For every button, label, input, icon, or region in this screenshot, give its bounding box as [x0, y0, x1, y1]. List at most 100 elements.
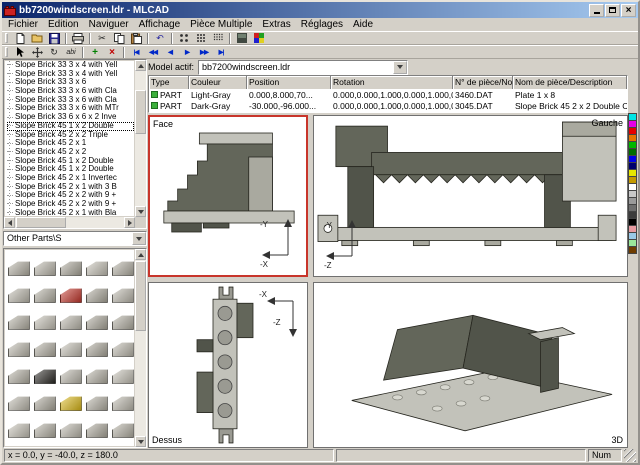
part-thumbnail[interactable]	[7, 252, 31, 276]
part-thumbnail[interactable]	[7, 387, 31, 411]
scroll-up-button[interactable]	[135, 249, 146, 260]
part-thumbnail[interactable]	[111, 306, 134, 330]
dropdown-button[interactable]	[132, 232, 146, 245]
part-thumbnail[interactable]	[111, 252, 134, 276]
tree-item[interactable]: Slope Brick 45 1 x 2 Double	[7, 165, 134, 174]
text-tool-button[interactable]: abi	[63, 46, 79, 58]
menu-affichage[interactable]: Affichage	[134, 19, 186, 30]
tree-item[interactable]: Slope Brick 33 3 x 4 with Yell	[7, 70, 134, 79]
part-thumbnail[interactable]	[7, 333, 31, 357]
table-row[interactable]: PART Dark-Gray -30.000,-96.000... 0.000,…	[149, 100, 627, 111]
tree-item[interactable]: Slope Brick 33 3 x 6 with Cla	[7, 87, 134, 96]
part-thumbnail[interactable]	[33, 333, 57, 357]
resize-grip[interactable]	[624, 449, 636, 462]
viewport-3d[interactable]: 3D	[313, 282, 628, 448]
preview-vertical-scrollbar[interactable]	[135, 249, 146, 447]
tree-item[interactable]: Slope Brick 45 1 x 2 Double	[7, 157, 134, 166]
part-thumbnail[interactable]	[111, 360, 134, 384]
tree-item[interactable]: Slope Brick 45 2 x 1	[7, 139, 134, 148]
menu-fichier[interactable]: Fichier	[3, 19, 43, 30]
tree-item[interactable]: Slope Brick 45 2 x 1 Invertec	[7, 174, 134, 183]
column-position[interactable]: Position	[247, 76, 331, 89]
menu-reglages[interactable]: Réglages	[296, 19, 348, 30]
part-thumbnail[interactable]	[111, 279, 134, 303]
part-thumbnail[interactable]	[59, 387, 83, 411]
minimize-button[interactable]	[589, 3, 604, 17]
menu-naviguer[interactable]: Naviguer	[84, 19, 134, 30]
viewport-face[interactable]: Face -Y -X	[148, 115, 308, 277]
tree-item[interactable]: Slope Brick 45 2 x 2 Triple	[7, 131, 134, 140]
scroll-thumb[interactable]	[135, 90, 146, 134]
new-file-button[interactable]	[12, 32, 28, 44]
tree-vertical-scrollbar[interactable]	[135, 60, 146, 217]
scroll-thumb[interactable]	[16, 217, 66, 228]
part-thumbnail[interactable]	[111, 387, 134, 411]
part-thumbnail[interactable]	[33, 387, 57, 411]
nav-fast-prev-button[interactable]: ◀◀	[145, 46, 161, 58]
part-thumbnail[interactable]	[33, 306, 57, 330]
grid-medium-button[interactable]	[193, 32, 209, 44]
save-button[interactable]	[46, 32, 62, 44]
render-mode-button[interactable]	[234, 32, 250, 44]
undo-button[interactable]: ↶	[152, 32, 168, 44]
close-button[interactable]: ×	[621, 3, 636, 17]
nav-first-button[interactable]: |◀	[128, 46, 144, 58]
scroll-right-button[interactable]	[124, 217, 135, 228]
menu-piece-multiple[interactable]: Pièce Multiple	[185, 19, 257, 30]
cut-button[interactable]: ✂	[94, 32, 110, 44]
tree-item[interactable]: Slope Brick 45 2 x 1 with Bla	[7, 209, 134, 216]
nav-fast-next-button[interactable]: ▶▶	[196, 46, 212, 58]
toolbar-grip[interactable]	[5, 47, 8, 57]
grid-fine-button[interactable]	[210, 32, 226, 44]
scroll-thumb[interactable]	[135, 261, 146, 331]
viewport-gauche[interactable]: Gauche -Y -Z	[313, 115, 628, 277]
part-thumbnail[interactable]	[7, 414, 31, 438]
part-thumbnail[interactable]	[59, 360, 83, 384]
tree-item[interactable]: Slope Brick 45 2 x 2 with 9 +	[7, 191, 134, 200]
parts-group-combobox[interactable]: Other Parts\S	[3, 231, 147, 246]
column-rotation[interactable]: Rotation	[331, 76, 453, 89]
tree-item[interactable]: Slope Brick 33 6 x 6 x 2 Inve	[7, 113, 134, 122]
part-thumbnail[interactable]	[59, 252, 83, 276]
nav-next-button[interactable]: ▶	[179, 46, 195, 58]
part-thumbnail[interactable]	[59, 333, 83, 357]
dropdown-button[interactable]	[393, 60, 408, 74]
part-thumbnail[interactable]	[85, 279, 109, 303]
tree-item[interactable]: Slope Brick 33 3 x 6	[7, 78, 134, 87]
part-thumbnail[interactable]	[85, 252, 109, 276]
delete-part-button[interactable]: ×	[104, 46, 120, 58]
part-thumbnail[interactable]	[33, 414, 57, 438]
part-thumbnail[interactable]	[59, 306, 83, 330]
part-thumbnail[interactable]	[7, 360, 31, 384]
grid-coarse-button[interactable]	[176, 32, 192, 44]
tree-item[interactable]: Slope Brick 33 3 x 6 with Cla	[7, 96, 134, 105]
part-thumbnail[interactable]	[85, 414, 109, 438]
toolbar-grip[interactable]	[5, 33, 8, 43]
tree-item[interactable]: Slope Brick 45 2 x 2	[7, 148, 134, 157]
select-button[interactable]	[12, 46, 28, 58]
viewport-dessus[interactable]: Dessus -X -Z	[148, 282, 308, 448]
menu-extras[interactable]: Extras	[257, 19, 295, 30]
color-swatch[interactable]	[628, 246, 637, 254]
column-couleur[interactable]: Couleur	[189, 76, 247, 89]
move-button[interactable]	[29, 46, 45, 58]
menu-edition[interactable]: Edition	[43, 19, 84, 30]
scroll-left-button[interactable]	[4, 217, 15, 228]
nav-last-button[interactable]: ▶|	[213, 46, 229, 58]
part-thumbnail[interactable]	[111, 333, 134, 357]
part-thumbnail[interactable]	[85, 360, 109, 384]
tree-item[interactable]: Slope Brick 45 2 x 2 with 9 +	[7, 200, 134, 209]
add-part-button[interactable]: +	[87, 46, 103, 58]
tree-item[interactable]: Slope Brick 33 3 x 4 with Yell	[7, 61, 134, 70]
rotate-button[interactable]: ↻	[46, 46, 62, 58]
title-bar[interactable]: bb7200windscreen.ldr - MLCAD ×	[2, 2, 638, 18]
part-thumbnail[interactable]	[85, 333, 109, 357]
tree-horizontal-scrollbar[interactable]	[4, 217, 135, 228]
part-thumbnail[interactable]	[7, 306, 31, 330]
tree-item[interactable]: Slope Brick 33 3 x 6 with MTr	[7, 104, 134, 113]
tree-item-selected[interactable]: Slope Brick 45 1 x 2 Double	[7, 121, 134, 131]
column-piece-number[interactable]: N° de pièce/No...	[453, 76, 513, 89]
part-thumbnail[interactable]	[59, 279, 83, 303]
part-thumbnail[interactable]	[59, 414, 83, 438]
scroll-down-button[interactable]	[135, 436, 146, 447]
